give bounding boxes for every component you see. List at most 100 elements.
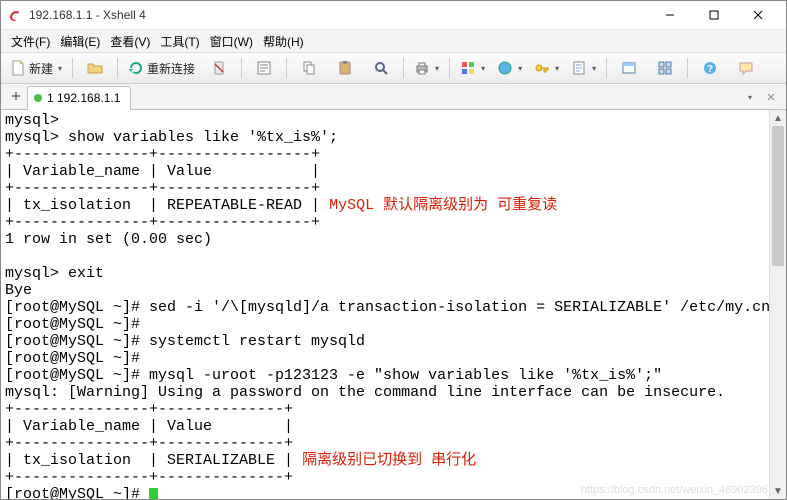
chat-icon bbox=[738, 60, 754, 76]
svg-text:?: ? bbox=[707, 64, 713, 75]
separator bbox=[72, 58, 73, 78]
terminal-line: | Variable_name | Value | bbox=[5, 163, 320, 180]
scroll-thumb[interactable] bbox=[772, 126, 784, 266]
terminal-area[interactable]: mysql> mysql> show variables like '%tx_i… bbox=[1, 110, 786, 499]
chevron-down-icon: ▾ bbox=[592, 64, 596, 73]
reconnect-button[interactable]: 重新连接 bbox=[123, 55, 200, 81]
find-button[interactable] bbox=[364, 55, 398, 81]
separator bbox=[687, 58, 688, 78]
close-button[interactable] bbox=[736, 1, 780, 29]
terminal-line: +---------------+-----------------+ bbox=[5, 214, 320, 231]
new-tab-button[interactable] bbox=[5, 85, 27, 107]
titlebar: 192.168.1.1 - Xshell 4 bbox=[1, 1, 786, 30]
terminal-line: [root@MySQL ~]# mysql -uroot -p123123 -e… bbox=[5, 367, 662, 384]
properties-icon bbox=[256, 60, 272, 76]
terminal-line: +---------------+--------------+ bbox=[5, 435, 293, 452]
close-icon bbox=[767, 93, 775, 101]
properties-button[interactable] bbox=[247, 55, 281, 81]
lock-button[interactable]: ▾ bbox=[529, 55, 564, 81]
scrollbar[interactable]: ▲ ▼ bbox=[769, 110, 786, 499]
globe-button[interactable]: ▾ bbox=[492, 55, 527, 81]
app-icon bbox=[7, 7, 23, 23]
chat-button[interactable] bbox=[729, 55, 763, 81]
tab-label: 1 192.168.1.1 bbox=[47, 91, 120, 105]
terminal-line: | tx_isolation | REPEATABLE-READ | bbox=[5, 197, 329, 214]
new-button[interactable]: 新建 ▾ bbox=[5, 55, 67, 81]
separator bbox=[449, 58, 450, 78]
reconnect-icon bbox=[128, 60, 144, 76]
print-button[interactable]: ▾ bbox=[409, 55, 444, 81]
open-button[interactable] bbox=[78, 55, 112, 81]
status-dot-icon bbox=[34, 94, 42, 102]
scroll-down-icon[interactable]: ▼ bbox=[770, 483, 786, 499]
chevron-down-icon: ▾ bbox=[748, 93, 752, 102]
cursor-icon bbox=[149, 488, 158, 499]
menu-edit[interactable]: 编辑(E) bbox=[56, 31, 104, 52]
menubar: 文件(F) 编辑(E) 查看(V) 工具(T) 窗口(W) 帮助(H) bbox=[1, 30, 786, 53]
terminal-line: [root@MySQL ~]# bbox=[5, 350, 140, 367]
menu-tools[interactable]: 工具(T) bbox=[156, 31, 203, 52]
printer-icon bbox=[414, 60, 430, 76]
watermark: https://blog.csdn.net/weixin_46902396 bbox=[581, 484, 768, 496]
document-icon bbox=[10, 60, 26, 76]
document-icon bbox=[571, 60, 587, 76]
key-icon bbox=[534, 60, 550, 76]
globe-icon bbox=[497, 60, 513, 76]
chevron-down-icon: ▾ bbox=[435, 64, 439, 73]
menu-help[interactable]: 帮助(H) bbox=[259, 31, 308, 52]
separator bbox=[286, 58, 287, 78]
terminal-line: mysql> bbox=[5, 112, 59, 129]
annotation-text: 隔离级别已切换到 串行化 bbox=[302, 452, 476, 469]
script-button[interactable]: ▾ bbox=[566, 55, 601, 81]
minimize-button[interactable] bbox=[648, 1, 692, 29]
chevron-down-icon: ▾ bbox=[481, 64, 485, 73]
terminal-line: mysql> exit bbox=[5, 265, 104, 282]
window-icon bbox=[621, 60, 637, 76]
help-icon: ? bbox=[702, 60, 718, 76]
color-scheme-button[interactable]: ▾ bbox=[455, 55, 490, 81]
terminal-line: Bye bbox=[5, 282, 32, 299]
copy-icon bbox=[301, 60, 317, 76]
tabbar: 1 192.168.1.1 ▾ bbox=[1, 84, 786, 110]
terminal-line: [root@MySQL ~]# bbox=[5, 486, 149, 499]
separator bbox=[241, 58, 242, 78]
menu-window[interactable]: 窗口(W) bbox=[206, 31, 257, 52]
copy-button[interactable] bbox=[292, 55, 326, 81]
search-icon bbox=[373, 60, 389, 76]
palette-icon bbox=[460, 60, 476, 76]
separator bbox=[403, 58, 404, 78]
terminal-output[interactable]: mysql> mysql> show variables like '%tx_i… bbox=[1, 110, 770, 499]
help-button[interactable]: ? bbox=[693, 55, 727, 81]
terminal-line: | tx_isolation | SERIALIZABLE | bbox=[5, 452, 302, 469]
terminal-line: [root@MySQL ~]# bbox=[5, 316, 140, 333]
chevron-down-icon: ▾ bbox=[555, 64, 559, 73]
terminal-line: | Variable_name | Value | bbox=[5, 418, 293, 435]
terminal-line: [root@MySQL ~]# systemctl restart mysqld bbox=[5, 333, 365, 350]
chevron-down-icon: ▾ bbox=[518, 64, 522, 73]
tabs-dropdown-button[interactable]: ▾ bbox=[741, 88, 759, 106]
disconnect-button[interactable] bbox=[202, 55, 236, 81]
terminal-line: +---------------+-----------------+ bbox=[5, 180, 320, 197]
chevron-down-icon: ▾ bbox=[58, 64, 62, 73]
terminal-line: +---------------+--------------+ bbox=[5, 401, 293, 418]
terminal-line: [root@MySQL ~]# sed -i '/\[mysqld]/a tra… bbox=[5, 299, 770, 316]
terminal-line: 1 row in set (0.00 sec) bbox=[5, 231, 212, 248]
menu-view[interactable]: 查看(V) bbox=[106, 31, 154, 52]
paste-button[interactable] bbox=[328, 55, 362, 81]
paste-icon bbox=[337, 60, 353, 76]
disconnect-icon bbox=[211, 60, 227, 76]
reconnect-label: 重新连接 bbox=[147, 60, 195, 77]
maximize-button[interactable] bbox=[692, 1, 736, 29]
plus-icon bbox=[11, 91, 21, 101]
separator bbox=[117, 58, 118, 78]
scroll-up-icon[interactable]: ▲ bbox=[770, 110, 786, 126]
menu-file[interactable]: 文件(F) bbox=[7, 31, 54, 52]
new-label: 新建 bbox=[29, 60, 53, 77]
fullscreen-button[interactable] bbox=[612, 55, 646, 81]
terminal-line: mysql> show variables like '%tx_is%'; bbox=[5, 129, 338, 146]
tile-icon bbox=[657, 60, 673, 76]
session-tab[interactable]: 1 192.168.1.1 bbox=[27, 86, 131, 110]
close-tab-button[interactable] bbox=[762, 88, 780, 106]
separator bbox=[606, 58, 607, 78]
tile-button[interactable] bbox=[648, 55, 682, 81]
